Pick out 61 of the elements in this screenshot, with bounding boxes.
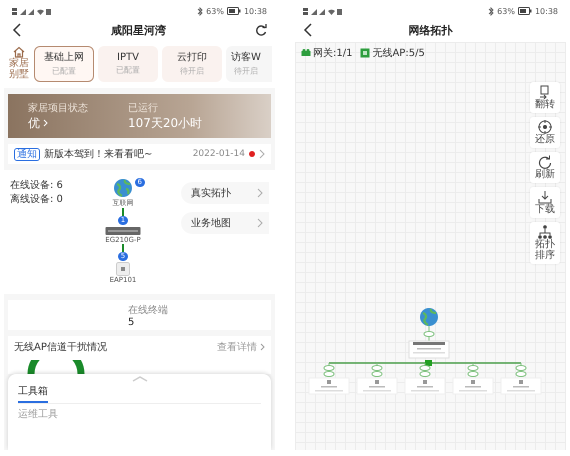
terminal-label: 在线终端 [128,304,169,316]
sort-icon [538,225,552,239]
toolbar-button[interactable]: 下载 [530,187,560,218]
service-tab[interactable]: 云打印 待开启 [162,46,222,82]
chevron-icon [257,188,263,198]
toolbar-button[interactable]: 翻转 [530,82,560,113]
chevron-icon [259,149,265,159]
gateway-icon [301,48,311,58]
offline-count: 离线设备: 0 [10,192,64,206]
status-label: 家居项目状态 [28,102,88,114]
access-point-icon[interactable] [116,262,130,276]
notice-bar[interactable]: 通知 新版本驾到！来看看吧~ 2022-01-14 [8,144,271,164]
runtime-value: 107天20小时 [128,114,202,132]
toolbar-button[interactable]: 刷新 [530,152,560,183]
toolbar-button[interactable]: 还原 [530,117,560,148]
page-title: 网络拓扑 [408,22,454,38]
house-icon [13,46,25,58]
drag-handle-icon[interactable] [132,376,148,382]
toolbox-tab[interactable]: 工具箱 [18,382,48,403]
notice-text: 新版本驾到！来看看吧~ [44,148,154,161]
back-icon[interactable] [12,23,22,37]
battery-percent: 63% [497,6,515,16]
refresh-icon[interactable] [255,24,267,36]
home-tab[interactable]: 家居别墅 [8,46,30,82]
topology-link[interactable]: 业务地图 [181,212,269,234]
notice-date: 2022-01-14 [192,149,245,159]
online-count: 在线设备: 6 [10,178,64,192]
clock-time: 10:38 [534,6,558,16]
service-tab[interactable]: 访客W 待开启 [226,46,272,82]
runtime-label: 已运行 [128,102,159,114]
service-tab[interactable]: 基础上网 已配置 [34,46,94,82]
topology-link[interactable]: 真实拓扑 [181,182,269,204]
clock-time: 10:38 [244,6,267,16]
battery-icon [226,7,241,15]
battery-percent: 63% [206,6,224,16]
router-icon[interactable] [105,226,141,236]
globe-icon[interactable] [113,178,133,198]
toolbar-button[interactable]: 拓扑排序 [530,222,560,264]
download-icon [538,190,552,204]
legend-label: 无线AP:5/5 [372,46,425,60]
service-tab[interactable]: IPTV 已配置 [98,46,158,82]
battery-icon [518,7,532,15]
card-title: 无线AP信道干扰情况 [14,340,107,354]
chevron-icon [43,119,48,127]
status-value[interactable]: 优 [28,114,40,132]
page-title: 咸阳星河湾 [110,22,167,38]
bluetooth-icon [488,6,494,16]
back-icon[interactable] [303,23,313,37]
refresh-icon [538,155,552,169]
terminal-count: 5 [128,316,136,328]
chevron-icon [260,343,265,351]
signal-icon [12,6,52,16]
legend-label: 网关:1/1 [313,46,352,60]
signal-icon [303,6,343,16]
chevron-icon [257,218,263,228]
section-title: 运维工具 [18,408,59,421]
bluetooth-icon [197,6,204,16]
notice-tag: 通知 [14,148,40,160]
restore-icon [538,120,552,134]
gauge-arc-drawing [26,360,86,374]
access-point-icon [360,48,370,58]
